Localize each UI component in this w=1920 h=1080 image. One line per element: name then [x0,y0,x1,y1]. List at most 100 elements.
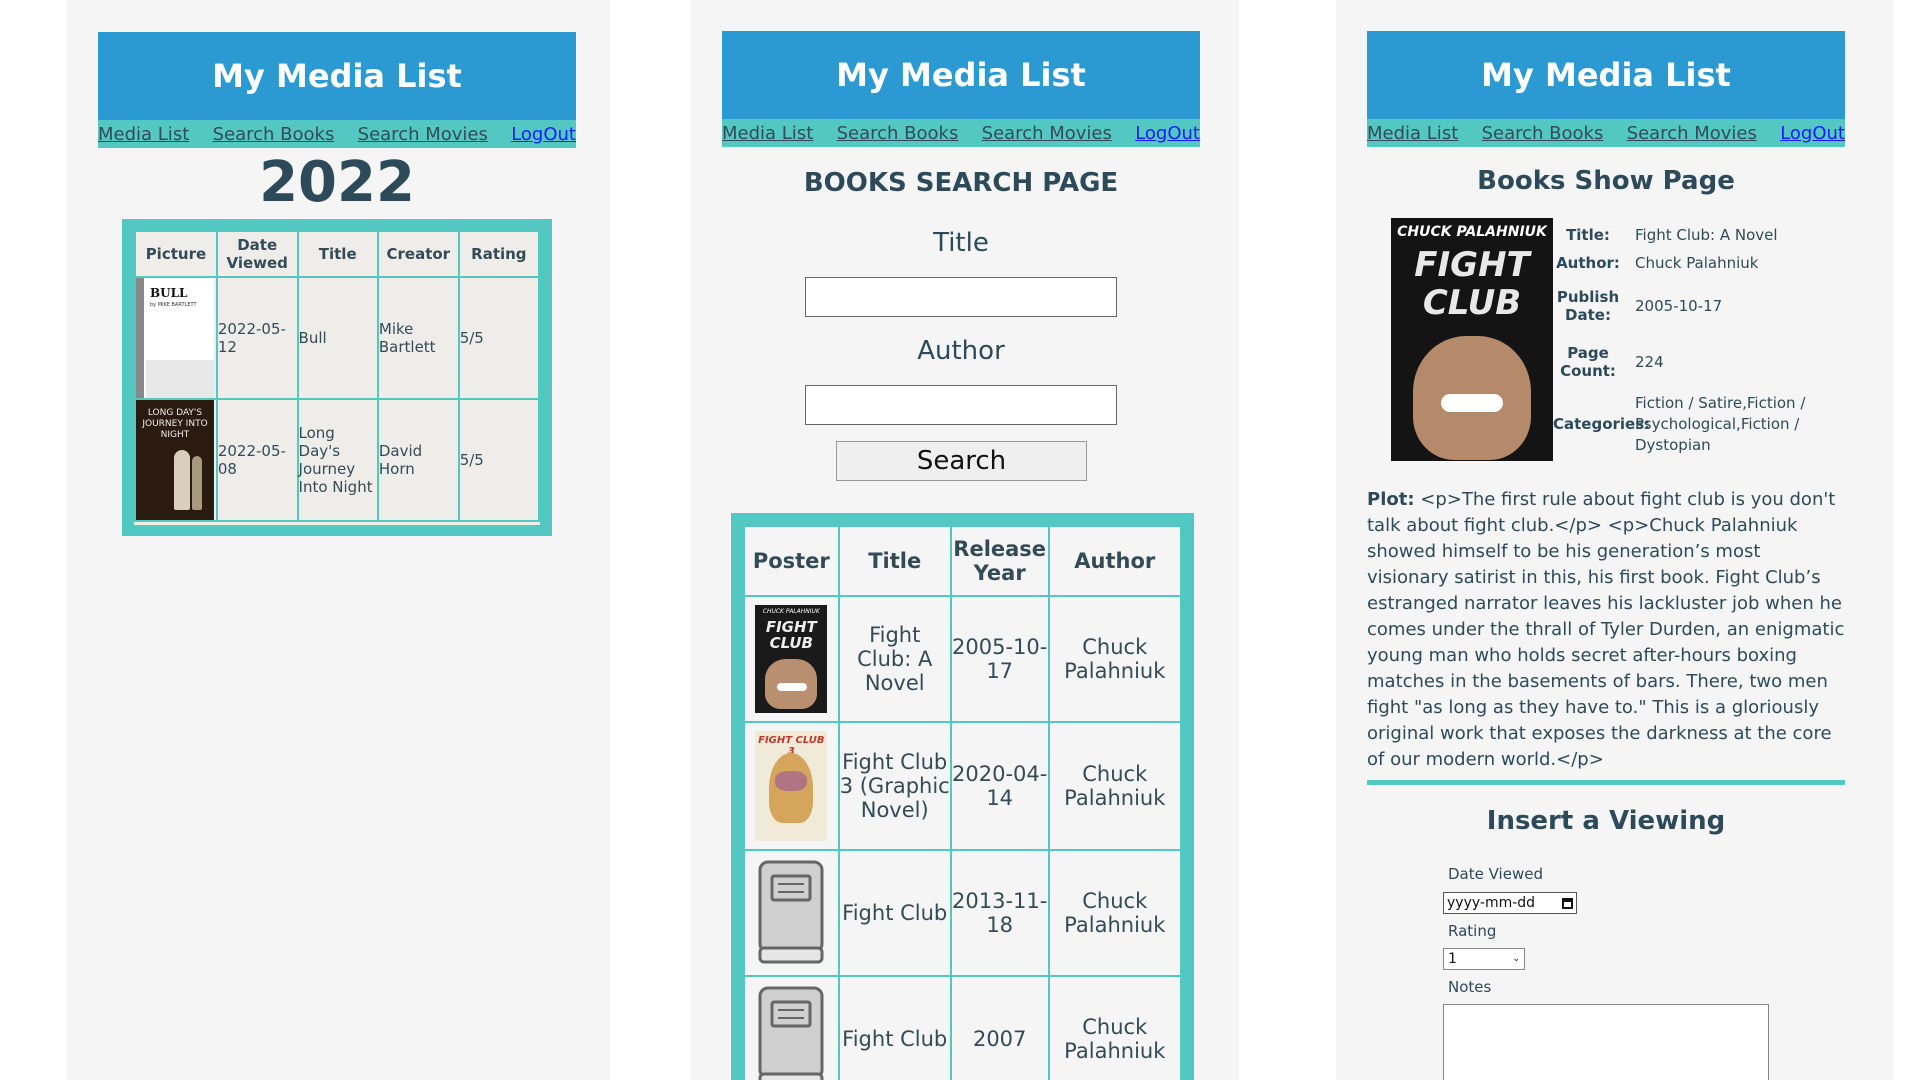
nav-media-list[interactable]: Media List [98,124,189,145]
col-header-date-viewed: Date Viewed [215,230,299,278]
app-title: My Media List [836,56,1086,94]
year-cell: 2020-04-14 [949,721,1050,851]
calendar-icon[interactable] [1562,897,1573,909]
year-heading: 2022 [259,150,415,215]
table-row[interactable]: LONG DAY'S JOURNEY INTO NIGHT 2022-05-08… [134,398,541,522]
rating-select[interactable]: 1 ⌄ [1443,948,1525,970]
table-row[interactable]: Fight Club 2013-11-18 Chuck Palahniuk [743,849,1183,977]
nav-search-movies[interactable]: Search Movies [358,124,488,145]
long-days-journey-cover-image[interactable]: LONG DAY'S JOURNEY INTO NIGHT [136,400,214,520]
plot-label: Plot: [1367,489,1415,510]
rating-cell: 5/5 [457,276,541,400]
app-title: My Media List [1481,56,1731,94]
nav-media-list[interactable]: Media List [722,123,813,144]
books-search-panel: My Media List Media List Search Books Se… [691,0,1239,1080]
cover-author-text: CHUCK PALAHNIUK [1397,224,1547,240]
table-row[interactable]: BULL by MIKE BARTLETT 2022-05-12 Bull Mi… [134,276,541,400]
col-header-title: Title [296,230,379,278]
date-cell: 2022-05-08 [215,398,299,522]
book-cover-image[interactable]: CHUCK PALAHNIUK FIGHT CLUB [1391,218,1553,461]
table-row[interactable]: Fight Club 2007 Chuck Palahniuk [743,975,1183,1080]
date-viewed-label: Date Viewed [1448,865,1543,883]
publish-date-label: Publish Date: [1556,288,1620,324]
fight-club-cover-image[interactable]: CHUCK PALAHNIUK FIGHT CLUB [755,605,828,713]
rating-cell: 5/5 [457,398,541,522]
date-viewed-input[interactable]: yyyy-mm-dd [1443,892,1577,914]
title-input[interactable] [805,277,1117,317]
date-placeholder: yyyy-mm-dd [1447,895,1536,911]
title-cell: Bull [296,276,379,400]
picture-cell: BULL by MIKE BARTLETT [134,276,218,400]
creator-cell: Mike Bartlett [376,276,460,400]
book-show-panel: My Media List Media List Search Books Se… [1336,0,1893,1080]
bull-cover-image[interactable]: BULL by MIKE BARTLETT [136,278,214,398]
page-count-value: 224 [1635,353,1664,371]
poster-cell: CHUCK PALAHNIUK FIGHT CLUB [743,595,840,723]
long-days-cover-title: LONG DAY'S JOURNEY INTO NIGHT [142,408,208,440]
app-header: My Media List [722,31,1200,119]
poster-cell [743,849,840,977]
chevron-down-icon: ⌄ [1512,954,1520,964]
insert-viewing-heading: Insert a Viewing [1486,806,1726,836]
nav-search-books[interactable]: Search Books [213,124,335,145]
book-placeholder-icon[interactable] [756,984,826,1080]
author-cell: Chuck Palahniuk [1047,721,1183,851]
rating-label: Rating [1448,922,1497,940]
title-cell: Fight Club [837,975,952,1080]
nav-logout[interactable]: LogOut [511,124,576,145]
app-header: My Media List [98,32,576,120]
page-heading: Books Show Page [1477,166,1735,196]
title-label: Title: [1566,226,1610,244]
page-count-label: Page Count: [1560,344,1616,380]
publish-date-value: 2005-10-17 [1635,297,1723,315]
categories-value: Fiction / Satire,Fiction / Psychological… [1635,393,1806,454]
search-button[interactable]: Search [836,441,1087,481]
author-cell: Chuck Palahniuk [1047,595,1183,723]
picture-cell: LONG DAY'S JOURNEY INTO NIGHT [134,398,218,522]
categories-label: Categories: [1553,415,1651,433]
author-label: Author [917,336,1005,366]
app-title: My Media List [212,57,462,95]
poster-cell [743,975,840,1080]
nav-search-movies[interactable]: Search Movies [982,123,1112,144]
results-table-frame: Poster Title Release Year Author CHUCK P… [731,513,1194,1080]
page-heading: BOOKS SEARCH PAGE [803,168,1119,198]
book-details: Title: Fight Club: A Novel Author: Chuck… [1553,222,1853,458]
table-row[interactable]: FIGHT CLUB 3 Fight Club 3 (Graphic Novel… [743,721,1183,851]
fight-club-3-cover-image[interactable]: FIGHT CLUB 3 [755,731,828,841]
author-cell: Chuck Palahniuk [1047,849,1183,977]
plot-text: <p>The first rule about fight club is yo… [1367,489,1845,770]
nav-media-list[interactable]: Media List [1367,123,1458,144]
year-cell: 2013-11-18 [949,849,1050,977]
year-cell: 2005-10-17 [949,595,1050,723]
nav-search-books[interactable]: Search Books [837,123,959,144]
author-value: Chuck Palahniuk [1635,254,1759,272]
col-header-rating: Rating [457,230,541,278]
cover-title-text: FIGHT CLUB [765,618,817,652]
author-input[interactable] [805,385,1117,425]
nav-search-movies[interactable]: Search Movies [1627,123,1757,144]
bull-cover-title: BULL [150,286,188,300]
creator-cell: David Horn [376,398,460,522]
title-cell: Long Day's Journey Into Night [296,398,379,522]
title-cell: Fight Club: A Novel [837,595,952,723]
col-header-poster: Poster [743,525,840,597]
app-header: My Media List [1367,31,1845,119]
cover-title-text: FIGHT CLUB [1414,245,1530,323]
date-cell: 2022-05-12 [215,276,299,400]
table-row[interactable]: CHUCK PALAHNIUK FIGHT CLUB Fight Club: A… [743,595,1183,723]
year-cell: 2007 [949,975,1050,1080]
nav-logout[interactable]: LogOut [1780,123,1845,144]
nav-search-books[interactable]: Search Books [1482,123,1604,144]
title-cell: Fight Club [837,849,952,977]
media-table-frame: Picture Date Viewed Title Creator Rating… [122,219,552,536]
nav-bar: Media List Search Books Search Movies Lo… [722,119,1200,147]
author-label: Author: [1556,254,1620,272]
col-header-picture: Picture [134,230,218,278]
nav-logout[interactable]: LogOut [1135,123,1200,144]
plot-paragraph: Plot: <p>The first rule about fight club… [1367,487,1845,773]
title-label: Title [933,228,989,258]
notes-textarea[interactable] [1443,1004,1769,1080]
media-list-panel: My Media List Media List Search Books Se… [67,0,610,1080]
book-placeholder-icon[interactable] [756,858,826,968]
